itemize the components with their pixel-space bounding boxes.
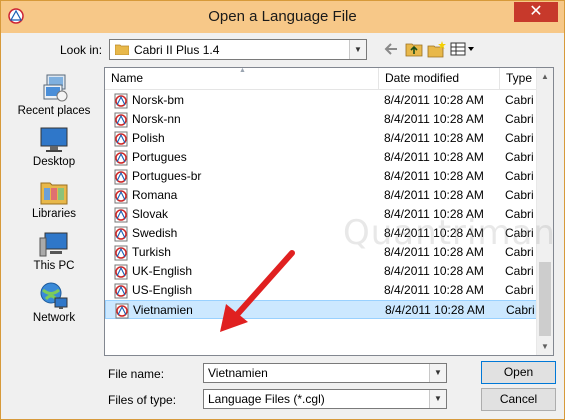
cabri-language-file-icon — [114, 226, 128, 242]
place-label: Recent places — [17, 105, 91, 117]
view-menu-icon[interactable] — [450, 39, 476, 59]
cabri-language-file-icon — [114, 283, 128, 299]
file-name: Norsk-bm — [132, 93, 185, 107]
file-date: 8/4/2011 10:28 AM — [385, 303, 485, 317]
watermark: Quantrimang — [343, 213, 554, 253]
open-button[interactable]: Open — [481, 361, 556, 384]
close-button[interactable]: ✕ — [514, 2, 558, 22]
file-date: 8/4/2011 10:28 AM — [384, 169, 484, 183]
file-row[interactable]: Polish 8/4/2011 10:28 AM Cabri I — [105, 129, 540, 148]
place-network[interactable]: Network — [8, 281, 100, 333]
file-name: US-English — [132, 283, 193, 297]
chevron-down-icon[interactable]: ▼ — [429, 390, 446, 408]
file-row[interactable]: Vietnamien 8/4/2011 10:28 AM Cabri I — [105, 300, 541, 319]
file-row[interactable]: Norsk-bm 8/4/2011 10:28 AM Cabri I — [105, 91, 540, 110]
place-libraries[interactable]: Libraries — [8, 177, 100, 229]
cabri-language-file-icon — [114, 245, 128, 261]
file-date: 8/4/2011 10:28 AM — [384, 112, 484, 126]
places-bar: Recent places Desktop Libraries This PC … — [8, 68, 100, 355]
file-date: 8/4/2011 10:28 AM — [384, 93, 484, 107]
place-label: Desktop — [32, 156, 76, 168]
files-of-type-select[interactable]: Language Files (*.cgl) ▼ — [203, 389, 447, 409]
look-in-label: Look in: — [60, 43, 103, 57]
scrollbar-thumb[interactable] — [539, 262, 551, 336]
cabri-language-file-icon — [114, 264, 128, 280]
sort-caret-icon: ▲ — [239, 67, 246, 74]
file-name-value: Vietnamien — [208, 366, 268, 380]
scroll-up-icon[interactable]: ▲ — [537, 68, 553, 85]
folder-icon — [115, 44, 129, 55]
file-name: Norsk-nn — [132, 112, 181, 126]
libraries-icon — [40, 182, 68, 205]
chevron-down-icon[interactable]: ▼ — [349, 40, 366, 59]
recent-places-icon — [43, 74, 68, 102]
file-name: Vietnamien — [133, 303, 193, 317]
file-name-label: File name: — [108, 367, 165, 381]
cabri-language-file-icon — [114, 131, 128, 147]
scroll-down-icon[interactable]: ▼ — [537, 338, 553, 355]
file-date: 8/4/2011 10:28 AM — [384, 150, 484, 164]
network-icon — [40, 282, 68, 309]
file-name: UK-English — [132, 264, 193, 278]
file-row[interactable]: US-English 8/4/2011 10:28 AM Cabri I — [105, 281, 540, 300]
desktop-icon — [40, 127, 68, 152]
place-this-pc[interactable]: This PC — [8, 229, 100, 281]
up-folder-icon[interactable] — [403, 39, 425, 59]
file-name-input[interactable]: Vietnamien ▼ — [203, 363, 447, 383]
cabri-language-file-icon — [114, 112, 128, 128]
back-arrow-icon[interactable] — [381, 39, 401, 59]
vertical-scrollbar[interactable]: ▲ ▼ — [536, 68, 553, 355]
window-title: Open a Language File — [208, 8, 357, 25]
file-date: 8/4/2011 10:28 AM — [384, 283, 484, 297]
file-row[interactable]: Portugues 8/4/2011 10:28 AM Cabri I — [105, 148, 540, 167]
file-date: 8/4/2011 10:28 AM — [384, 131, 484, 145]
place-label: This PC — [33, 260, 75, 272]
look-in-value: Cabri II Plus 1.4 — [134, 43, 220, 57]
dialog-body: Look in: Cabri II Plus 1.4 ▼ Recent plac… — [7, 33, 558, 415]
file-row[interactable]: Portugues-br 8/4/2011 10:28 AM Cabri I — [105, 167, 540, 186]
annotation-arrow-icon — [220, 250, 295, 332]
title-bar[interactable]: Open a Language File ✕ — [1, 1, 564, 33]
file-date: 8/4/2011 10:28 AM — [384, 188, 484, 202]
place-recent-places[interactable]: Recent places — [8, 72, 100, 124]
this-pc-icon — [39, 232, 68, 257]
cabri-language-file-icon — [114, 93, 128, 109]
open-language-file-dialog: Open a Language File ✕ Look in: Cabri II… — [0, 0, 565, 420]
file-list[interactable]: Name ▲ Date modified Type Norsk-bm 8/4/20… — [104, 67, 554, 356]
files-of-type-label: Files of type: — [108, 393, 177, 407]
files-of-type-value: Language Files (*.cgl) — [208, 392, 325, 406]
file-row[interactable]: Romana 8/4/2011 10:28 AM Cabri I — [105, 186, 540, 205]
cabri-language-file-icon — [114, 169, 128, 185]
file-name: Portugues-br — [132, 169, 202, 183]
column-date-modified[interactable]: Date modified — [379, 68, 500, 90]
cabri-language-file-icon — [114, 207, 128, 223]
column-header: Name ▲ Date modified Type — [105, 68, 537, 90]
file-date: 8/4/2011 10:28 AM — [384, 264, 484, 278]
chevron-down-icon[interactable]: ▼ — [429, 364, 446, 382]
file-name: Polish — [132, 131, 165, 145]
file-name: Slovak — [132, 207, 169, 221]
file-name: Turkish — [132, 245, 171, 259]
new-folder-icon[interactable] — [426, 39, 448, 59]
file-name: Swedish — [132, 226, 178, 240]
place-desktop[interactable]: Desktop — [8, 125, 100, 177]
place-label: Network — [32, 312, 76, 324]
file-row[interactable]: UK-English 8/4/2011 10:28 AM Cabri I — [105, 262, 540, 281]
file-name: Romana — [132, 188, 178, 202]
look-in-combo[interactable]: Cabri II Plus 1.4 ▼ — [109, 39, 367, 60]
cabri-language-file-icon — [114, 188, 128, 204]
cancel-button[interactable]: Cancel — [481, 388, 556, 411]
place-label: Libraries — [31, 208, 77, 220]
file-name: Portugues — [132, 150, 187, 164]
file-row[interactable]: Norsk-nn 8/4/2011 10:28 AM Cabri I — [105, 110, 540, 129]
cabri-language-file-icon — [115, 303, 129, 319]
cabri-language-file-icon — [114, 150, 128, 166]
column-type[interactable]: Type — [500, 68, 540, 90]
